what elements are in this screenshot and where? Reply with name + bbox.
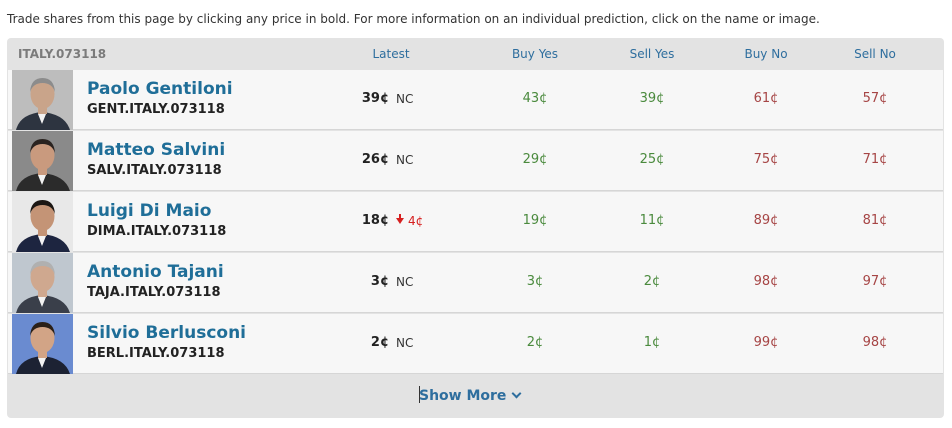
- price-change-value: NC: [396, 275, 414, 289]
- contract-row: Silvio Berlusconi BERL.ITALY.073118 2¢ NC 2¢…: [8, 314, 943, 374]
- buy-yes-price[interactable]: 2¢: [527, 335, 544, 350]
- price-change-value: NC: [396, 336, 414, 350]
- buy-no-price[interactable]: 61¢: [754, 91, 779, 106]
- sell-yes-price[interactable]: 2¢: [644, 274, 661, 289]
- latest-price: 3¢: [370, 274, 389, 289]
- price-change: 4¢: [396, 213, 424, 228]
- buy-no-price[interactable]: 89¢: [754, 213, 779, 228]
- show-more-label: Show More: [419, 388, 507, 404]
- column-buy-yes: Buy Yes: [511, 47, 559, 61]
- buy-yes-price[interactable]: 43¢: [523, 91, 548, 106]
- intro-text: Trade shares from this page by clicking …: [7, 12, 820, 26]
- buy-no-price[interactable]: 98¢: [754, 274, 779, 289]
- market-panel: ITALY.073118 Latest Buy Yes Sell Yes Buy…: [7, 38, 944, 418]
- buy-no-price[interactable]: 75¢: [754, 152, 779, 167]
- buy-yes-price[interactable]: 19¢: [523, 213, 548, 228]
- contract-row: Paolo Gentiloni GENT.ITALY.073118 39¢ NC 43¢…: [8, 70, 943, 130]
- sell-yes-price[interactable]: 25¢: [640, 152, 665, 167]
- candidate-photo[interactable]: [12, 131, 73, 191]
- contract-ticker: TAJA.ITALY.073118: [87, 285, 221, 300]
- price-change-value: NC: [396, 92, 414, 106]
- chevron-down-icon: [511, 388, 522, 399]
- column-sell-no: Sell No: [854, 47, 896, 61]
- show-more-bar: Show More: [7, 378, 944, 414]
- show-more-button[interactable]: Show More: [419, 388, 522, 404]
- latest-price: 18¢: [361, 213, 389, 228]
- sell-no-price[interactable]: 98¢: [863, 335, 888, 350]
- latest-price: 26¢: [361, 152, 389, 167]
- buy-yes-price[interactable]: 3¢: [527, 274, 544, 289]
- contract-ticker: GENT.ITALY.073118: [87, 102, 225, 117]
- sell-yes-price[interactable]: 11¢: [640, 213, 665, 228]
- candidate-photo[interactable]: [12, 70, 73, 130]
- price-change-value: NC: [396, 153, 414, 167]
- candidate-photo[interactable]: [12, 314, 73, 374]
- price-change: NC: [396, 275, 413, 289]
- candidate-photo[interactable]: [12, 253, 73, 313]
- column-latest: Latest: [372, 47, 410, 61]
- contract-row: Antonio Tajani TAJA.ITALY.073118 3¢ NC 3¢ 2¢ 9…: [8, 253, 943, 313]
- candidate-photo[interactable]: [12, 192, 73, 252]
- contract-ticker: SALV.ITALY.073118: [87, 163, 222, 178]
- latest-price: 39¢: [361, 91, 389, 106]
- buy-no-price[interactable]: 99¢: [754, 335, 779, 350]
- column-buy-no: Buy No: [744, 47, 788, 61]
- price-change: NC: [396, 92, 413, 106]
- latest-price: 2¢: [370, 335, 389, 350]
- price-change: NC: [396, 153, 413, 167]
- sell-no-price[interactable]: 71¢: [863, 152, 888, 167]
- buy-yes-price[interactable]: 29¢: [523, 152, 548, 167]
- contract-name-link[interactable]: Paolo Gentiloni: [87, 79, 233, 99]
- column-sell-yes: Sell Yes: [629, 47, 675, 61]
- contract-ticker: BERL.ITALY.073118: [87, 346, 225, 361]
- contract-name-link[interactable]: Matteo Salvini: [87, 140, 225, 160]
- contract-ticker: DIMA.ITALY.073118: [87, 224, 227, 239]
- sell-no-price[interactable]: 57¢: [863, 91, 888, 106]
- contract-name-link[interactable]: Silvio Berlusconi: [87, 323, 246, 343]
- sell-yes-price[interactable]: 39¢: [640, 91, 665, 106]
- down-arrow-icon: [396, 213, 404, 224]
- market-header-row: ITALY.073118 Latest Buy Yes Sell Yes Buy…: [7, 38, 944, 70]
- contract-name-link[interactable]: Antonio Tajani: [87, 262, 224, 282]
- contract-row: Luigi Di Maio DIMA.ITALY.073118 18¢ 4¢ 19¢ 11…: [8, 192, 943, 252]
- sell-yes-price[interactable]: 1¢: [644, 335, 661, 350]
- sell-no-price[interactable]: 81¢: [863, 213, 888, 228]
- price-change-value: 4¢: [408, 214, 424, 228]
- contract-name-link[interactable]: Luigi Di Maio: [87, 201, 211, 221]
- market-id: ITALY.073118: [18, 47, 107, 61]
- contract-row: Matteo Salvini SALV.ITALY.073118 26¢ NC 29¢ 2…: [8, 131, 943, 191]
- sell-no-price[interactable]: 97¢: [863, 274, 888, 289]
- price-change: NC: [396, 336, 413, 350]
